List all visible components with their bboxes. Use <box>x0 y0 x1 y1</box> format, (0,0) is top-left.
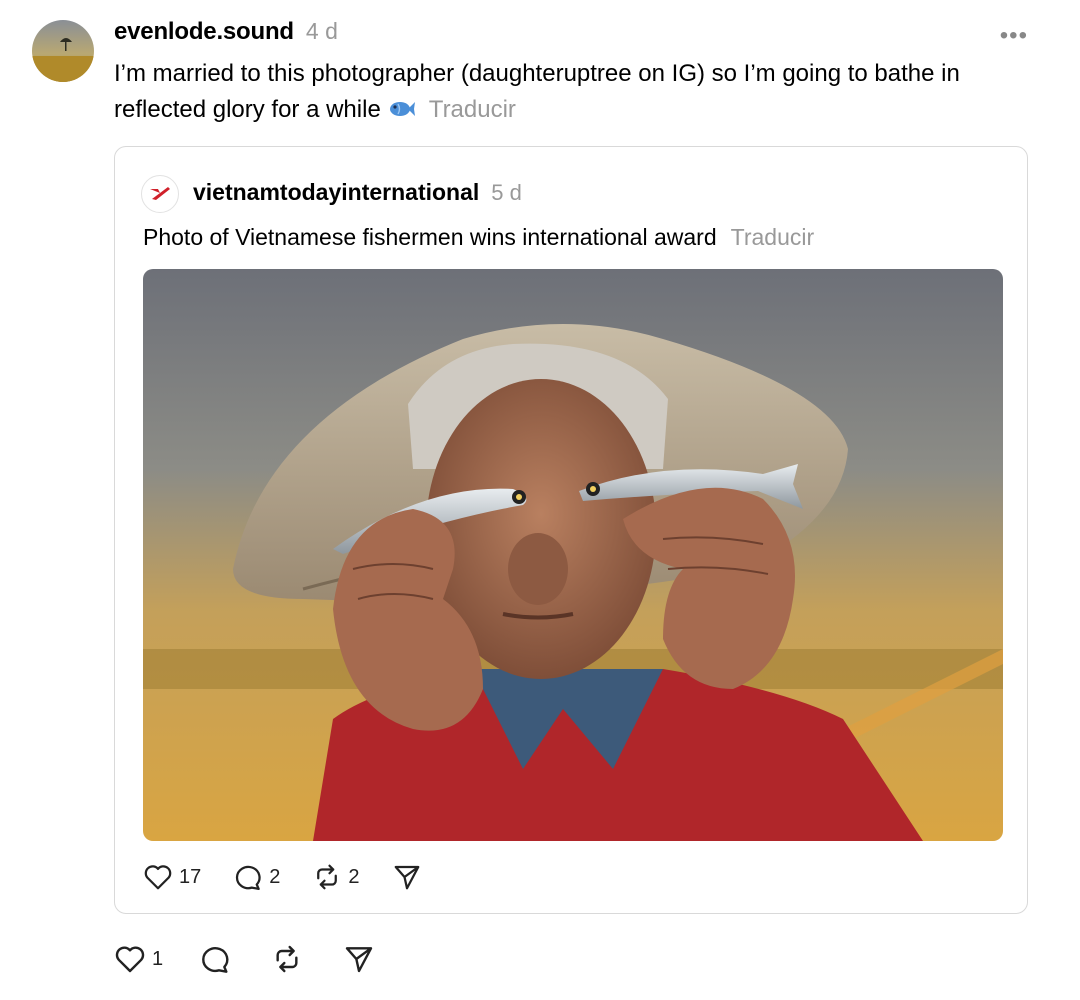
quote-reply-button[interactable]: 2 <box>233 863 280 891</box>
quote-username[interactable]: vietnamtodayinternational <box>193 179 479 206</box>
comment-icon <box>236 865 261 890</box>
post-body: I’m married to this photographer (daught… <box>114 60 960 123</box>
quote-body: Photo of Vietnamese fishermen wins inter… <box>143 224 717 250</box>
repost-icon <box>276 945 298 973</box>
post-header: evenlode.sound 4 d <box>114 18 338 48</box>
quoted-post[interactable]: vietnamtodayinternational 5 d Photo of V… <box>114 146 1028 914</box>
quote-repost-button[interactable]: 2 <box>312 863 360 891</box>
like-button[interactable]: 1 <box>114 944 163 974</box>
like-count: 17 <box>179 865 202 888</box>
quote-actions: 17 2 2 <box>143 863 454 891</box>
reply-button[interactable] <box>199 944 231 974</box>
quote-share-button[interactable] <box>392 863 422 891</box>
quote-header: vietnamtodayinternational 5 d <box>193 179 522 206</box>
share-icon <box>394 865 419 890</box>
post-photo[interactable] <box>143 269 1003 841</box>
reply-count: 2 <box>269 865 281 888</box>
comment-icon <box>202 947 229 973</box>
quote-avatar[interactable] <box>141 175 179 213</box>
like-count: 1 <box>152 947 164 970</box>
repost-button[interactable] <box>271 944 303 974</box>
fish-emoji-icon <box>387 95 415 117</box>
quote-translate-link[interactable]: Traducir <box>731 224 815 250</box>
avatar-image <box>32 20 94 82</box>
post-text: I’m married to this photographer (daught… <box>114 56 1044 128</box>
post-actions: 1 <box>114 944 407 974</box>
quote-text: Photo of Vietnamese fishermen wins inter… <box>143 221 814 253</box>
quote-like-button[interactable]: 17 <box>143 863 201 891</box>
avatar[interactable] <box>32 20 94 82</box>
translate-link[interactable]: Traducir <box>429 96 516 123</box>
vietnam-today-logo-icon <box>150 187 170 200</box>
repost-icon <box>317 864 338 890</box>
fisherman-photo <box>143 269 1003 841</box>
heart-icon <box>144 865 172 890</box>
share-icon <box>345 947 373 973</box>
share-button[interactable] <box>343 944 375 974</box>
more-icon[interactable]: ••• <box>1000 22 1028 50</box>
repost-count: 2 <box>348 865 360 888</box>
username[interactable]: evenlode.sound <box>114 18 294 46</box>
quote-time[interactable]: 5 d <box>491 180 522 206</box>
heart-icon <box>115 946 145 973</box>
post-time[interactable]: 4 d <box>306 18 338 45</box>
